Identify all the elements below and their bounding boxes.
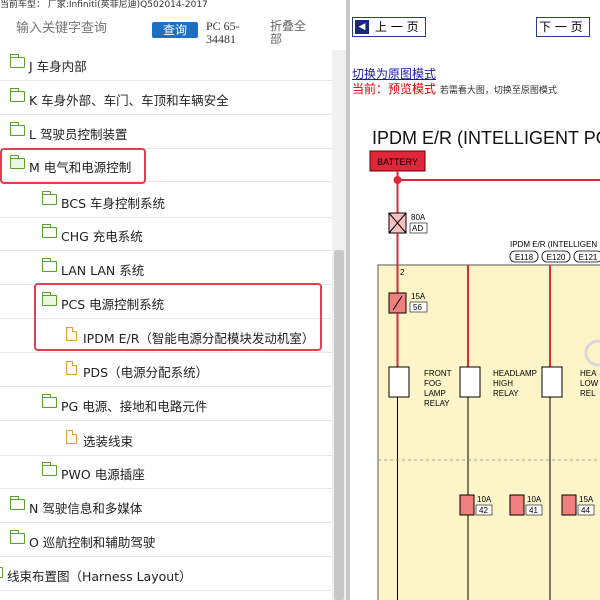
diagram-title: IPDM E/R (INTELLIGENT PO [372,128,600,148]
folder-icon [41,224,57,238]
tree-item-label: PWO 电源插座 [61,467,145,482]
document-icon [66,361,77,375]
current-mode: 预览模式 [388,82,437,96]
wire-number: 2 [400,268,405,277]
module-label: IPDM E/R (INTELLIGEN [510,240,597,249]
tree-item-label: K 车身外部、车门、车顶和车辆安全 [29,93,229,108]
connector-label: E120 [547,253,566,262]
fuse-bottom-id: 44 [581,506,590,515]
fuse-bottom [561,494,577,516]
tree-item[interactable]: K 车身外部、车门、车顶和车辆安全 [0,82,332,115]
folder-icon [0,567,3,578]
tree-item-label: N 驾驶信息和多媒体 [29,501,143,516]
tree-item[interactable]: LAN LAN 系统 [0,252,332,285]
collapse-all-button[interactable]: 折叠全部 [270,20,310,46]
tree-item-label: 线束布置图（Harness Layout） [7,569,192,584]
fuse-15a-id: 56 [413,303,422,312]
folder-icon [41,462,57,476]
prev-page-button[interactable]: ◀ 上 一 页 [352,17,426,37]
folder-icon [9,54,25,68]
connector-label: E121 [579,253,598,262]
catalog-panel: 查询 PC 65-34481 折叠全部 J 车身内部 K 车身外部、车门、车顶和车… [0,10,346,600]
folder-icon [9,496,25,510]
tree-item-label: PDS（电源分配系统） [83,365,209,380]
next-page-label: 下 一 页 [539,20,583,34]
tree-item-label: 选装线束 [83,434,134,449]
tree-item[interactable]: PWO 电源插座 [0,456,332,489]
fuse-bottom [459,494,475,516]
tree-item[interactable]: CHG 充电系统 [0,218,332,251]
next-page-button[interactable]: 下 一 页 [536,17,590,37]
bottom-fuse-row: 10A 42 10A 41 15A 44 [459,494,595,516]
document-viewer: ◀ 上 一 页 下 一 页 切换为原图模式 当前：预览模式 若需看大图，切换至原图… [350,0,600,600]
main-fuse-id: AD [412,224,423,233]
fuse-bottom-amp: 10A [527,495,542,504]
current-hint: 若需看大图，切换至原图模式 [439,86,557,96]
battery-label: BATTERY [377,157,418,167]
current-vehicle-bar: 当前车型： 厂家:Infiniti(英菲尼迪)Q502014-2017 [0,0,350,10]
tree-item-label: CHG 充电系统 [61,229,143,244]
document-icon [66,430,77,444]
folder-icon [9,122,25,136]
current-label: 当前： [352,82,389,96]
tree-item-label: O 巡航控制和辅助驾驶 [29,535,156,550]
search-row: 查询 PC 65-34481 折叠全部 [0,10,346,50]
fuse-bottom [509,494,525,516]
tree-item[interactable]: PDS（电源分配系统） [0,354,332,387]
tree-item-label: PG 电源、接地和电路元件 [61,399,208,414]
fuse-bottom-id: 42 [479,506,488,515]
prev-page-label: 上 一 页 [375,20,419,34]
fuse-15a-amp: 15A [411,292,426,301]
connector-label: E118 [515,253,534,262]
tree-scrollbar[interactable] [332,50,346,600]
fuse-bottom-amp: 15A [579,495,594,504]
tree-item[interactable]: O 巡航控制和辅助驾驶 [0,524,332,557]
tree-item-label: J 车身内部 [29,59,87,74]
tree-item[interactable]: 选装线束 [0,423,332,456]
tree-item-label: LAN LAN 系统 [61,263,145,278]
tree-item[interactable]: PG 电源、接地和电路元件 [0,388,332,421]
tree-item[interactable]: 线束布置图（Harness Layout） [0,558,332,591]
folder-icon [41,258,57,272]
tree-scrollbar-thumb[interactable] [334,250,344,600]
main-fuse-amp: 80A [411,213,426,222]
folder-icon [9,88,25,102]
pc-code: PC 65-34481 [206,19,240,46]
arrow-left-icon: ◀ [355,20,369,34]
tree-item[interactable]: N 驾驶信息和多媒体 [0,490,332,523]
tree-item[interactable]: L 驾驶员控制装置 [0,116,332,149]
tree-item[interactable]: BCS 车身控制系统 [0,185,332,218]
current-mode-line: 当前：预览模式 若需看大图，切换至原图模式 [352,80,557,97]
tree-item-label: L 驾驶员控制装置 [29,127,128,142]
folder-icon [41,394,57,408]
tree-item-label: BCS 车身控制系统 [61,196,165,211]
ipdm-module-box [377,264,600,600]
tree-item[interactable]: J 车身内部 [0,48,332,81]
fuse-bottom-id: 41 [529,506,538,515]
wiring-diagram: IPDM E/R (INTELLIGENT PO BATTERY 80A AD … [369,128,600,600]
search-input[interactable] [2,18,156,38]
folder-icon [41,191,57,205]
highlight-box-ipdm [34,283,322,351]
highlight-box-m-category [0,148,146,184]
fuse-bottom-amp: 10A [477,495,492,504]
connector-group: E118 E120 E121 [509,250,600,263]
current-vehicle-text: 当前车型： 厂家:Infiniti(英菲尼迪)Q502014-2017 [0,0,208,10]
search-button[interactable]: 查询 [152,22,198,38]
folder-icon [9,530,25,544]
